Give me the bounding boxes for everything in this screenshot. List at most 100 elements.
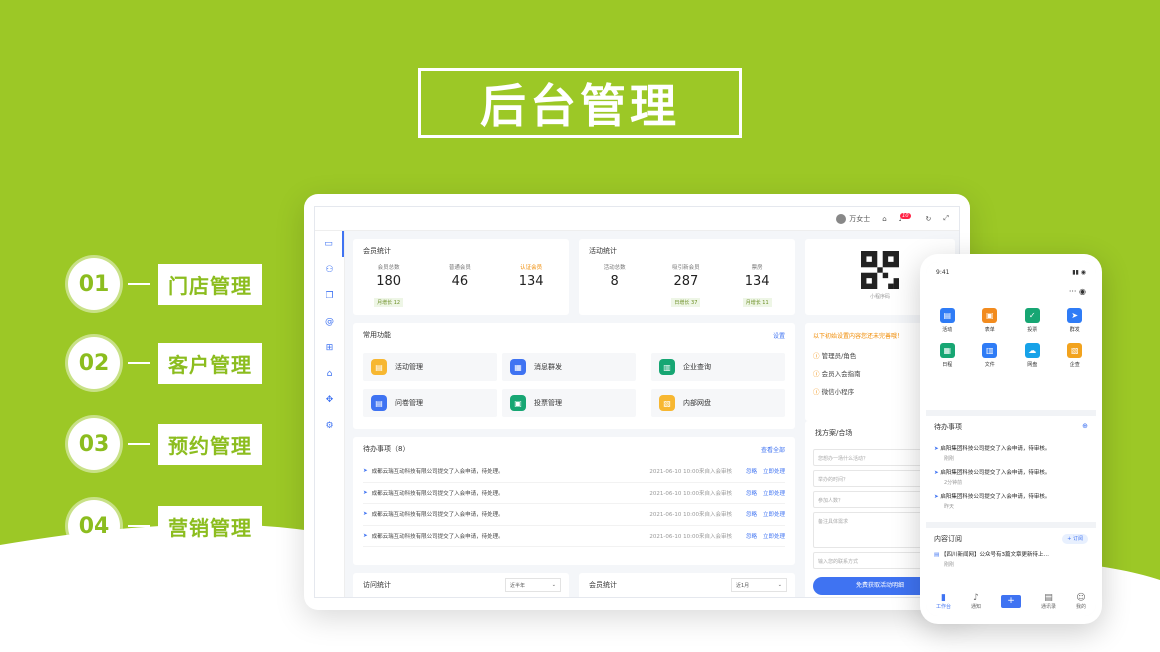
- todo-time: 2021-06-10 10:00来自入会审核: [649, 533, 732, 540]
- chevron-down-icon: ⌄: [777, 582, 782, 588]
- send-icon: ➤: [1067, 308, 1083, 323]
- ignore-button[interactable]: 忽略: [746, 510, 757, 518]
- function-label: 内部网盘: [683, 399, 711, 407]
- function-vote[interactable]: ▣ 投票管理: [502, 389, 636, 417]
- menu-number: 03: [68, 418, 120, 470]
- app-activity[interactable]: ▤ 活动: [926, 308, 969, 333]
- app-files[interactable]: ▥ 文件: [969, 343, 1012, 368]
- app-broadcast[interactable]: ➤ 群发: [1054, 308, 1097, 333]
- phone-screen: 9:41 ▮▮ ◉ ··· ◉ ▤ 活动 ▣ 表单 ✓ 投票 ➤ 群发 ▦ 日程 ▥ 文件 ☁ 网盘 ▧ 企查…: [926, 262, 1096, 616]
- more-icon[interactable]: ⊕: [1082, 422, 1088, 432]
- menu-item-booking[interactable]: 03 预约管理: [68, 418, 262, 470]
- connector-line: [128, 525, 150, 527]
- refresh-icon[interactable]: ↻: [926, 215, 932, 223]
- tab-contacts[interactable]: ▤ 通讯录: [1041, 593, 1056, 610]
- user-icon: ☺: [1076, 592, 1086, 603]
- app-label: 表单: [984, 327, 995, 333]
- top-bar: 万女士 ⌂ ♪10 ↻ ⤢: [315, 207, 959, 231]
- function-company-query[interactable]: ▥ 企业查询: [651, 353, 785, 381]
- user-menu[interactable]: 万女士: [836, 213, 871, 224]
- stat-box-office: 票房 134 月增长 11: [722, 263, 793, 308]
- tab-notice[interactable]: ♪ 通知: [971, 593, 981, 610]
- vote-icon: ✓: [1024, 308, 1040, 323]
- function-broadcast[interactable]: ▦ 消息群发: [502, 353, 636, 381]
- menu-item-store[interactable]: 01 门店管理: [68, 258, 262, 310]
- function-survey[interactable]: ▤ 问卷管理: [363, 389, 497, 417]
- app-schedule[interactable]: ▦ 日程: [926, 343, 969, 368]
- visits-card: 访问统计 近半年 ⌄: [353, 573, 569, 597]
- ignore-button[interactable]: 忽略: [746, 532, 757, 540]
- ignore-button[interactable]: 忽略: [746, 489, 757, 497]
- handle-button[interactable]: 立即处理: [763, 467, 785, 475]
- tab-add[interactable]: +: [1000, 594, 1021, 608]
- tab-bar: ▮ 工作台 ♪ 通知 + ▤ 通讯录 ☺ 我的: [926, 586, 1096, 616]
- todo-message: 成都云瑞互动科技有限公司提交了入会申请，待处理。: [371, 469, 504, 476]
- app-drive[interactable]: ☁ 网盘: [1011, 343, 1054, 368]
- phone-todo-item[interactable]: ➤ 启阳集团科技公司提交了入会申请，待审核。 2分钟前: [926, 462, 1096, 486]
- function-drive[interactable]: ▧ 内部网盘: [651, 389, 785, 417]
- grid-icon[interactable]: ⊞: [315, 335, 344, 361]
- stat-value: 287: [673, 274, 699, 289]
- subscription-message: 【四川新闻网】公众号有3篇文章更新待上…: [940, 552, 1049, 558]
- subscription-time: 刚刚: [944, 562, 955, 568]
- range-select[interactable]: 近半年 ⌄: [505, 578, 561, 592]
- menu-item-marketing[interactable]: 04 营销管理: [68, 500, 262, 552]
- handle-button[interactable]: 立即处理: [763, 489, 785, 497]
- section-title: 待办事项: [934, 423, 962, 431]
- todo-message: 启阳集团科技公司提交了入会申请，待审核。: [940, 470, 1051, 476]
- stat-new-members: 吸引新会员 287 日增长 37: [650, 263, 721, 308]
- capsule-menu[interactable]: ··· ◉: [926, 283, 1096, 300]
- ignore-button[interactable]: 忽略: [746, 467, 757, 475]
- bookmark-icon: ▮: [941, 592, 946, 603]
- doc-icon: ▤: [934, 552, 940, 558]
- phone-todo-section: 待办事项 ⊕ ➤ 启阳集团科技公司提交了入会申请，待审核。 刚刚 ➤ 启阳集团科技公…: [926, 416, 1096, 522]
- qr-code-icon[interactable]: [861, 251, 899, 289]
- tab-workbench[interactable]: ▮ 工作台: [936, 593, 951, 610]
- stat-normal: 普通会员 46: [424, 263, 495, 289]
- bell-icon: ♪: [973, 592, 979, 603]
- menu-label: 客户管理: [158, 342, 262, 384]
- fullscreen-icon[interactable]: ⤢: [943, 214, 949, 223]
- file-icon: ▥: [982, 343, 998, 358]
- stat-tag: 月增长 12: [374, 298, 404, 307]
- chevron-down-icon: ⌄: [551, 582, 556, 588]
- copy-icon[interactable]: ❐: [315, 283, 344, 309]
- handle-button[interactable]: 立即处理: [763, 510, 785, 518]
- stat-value: 134: [518, 274, 544, 289]
- at-icon[interactable]: @: [315, 309, 344, 335]
- subscribe-button[interactable]: + 订阅: [1062, 534, 1088, 544]
- move-icon[interactable]: ✥: [315, 387, 344, 413]
- cloud-icon: ☁: [1024, 343, 1040, 358]
- menu-label: 预约管理: [158, 423, 262, 465]
- store-icon[interactable]: ⌂: [315, 361, 344, 387]
- member-stats-card: 会员统计 会员总数 180 月增长 12 普通会员 46 认证会员 134: [353, 239, 569, 315]
- tab-me[interactable]: ☺ 我的: [1076, 593, 1086, 610]
- phone-todo-item[interactable]: ➤ 启阳集团科技公司提交了入会申请，待审核。 昨天: [926, 486, 1096, 510]
- app-vote[interactable]: ✓ 投票: [1011, 308, 1054, 333]
- menu-item-customer[interactable]: 02 客户管理: [68, 337, 262, 389]
- stat-label: 普通会员: [448, 265, 471, 271]
- phone-mockup: 9:41 ▮▮ ◉ ··· ◉ ▤ 活动 ▣ 表单 ✓ 投票 ➤ 群发 ▦ 日程 ▥ 文件 ☁ 网盘 ▧ 企查…: [920, 254, 1102, 624]
- users-icon[interactable]: ⚇: [315, 257, 344, 283]
- app-label: 网盘: [1027, 362, 1038, 368]
- shirt-icon[interactable]: ⌂: [882, 215, 886, 223]
- settings-icon[interactable]: ⚙: [315, 413, 344, 439]
- handle-button[interactable]: 立即处理: [763, 532, 785, 540]
- dashboard-icon[interactable]: ▭: [315, 231, 344, 257]
- stat-label: 认证会员: [520, 265, 543, 271]
- app-form[interactable]: ▣ 表单: [969, 308, 1012, 333]
- view-all-link[interactable]: 查看全部: [761, 445, 785, 454]
- clock: 9:41: [936, 269, 950, 276]
- app-label: 投票: [1027, 327, 1038, 333]
- app-company[interactable]: ▧ 企查: [1054, 343, 1097, 368]
- todo-time: 昨天: [944, 504, 955, 510]
- range-select[interactable]: 近1月 ⌄: [731, 578, 787, 592]
- subscription-item[interactable]: ▤ 【四川新闻网】公众号有3篇文章更新待上… 刚刚: [926, 550, 1096, 568]
- function-activity[interactable]: ▤ 活动管理: [363, 353, 497, 381]
- plus-icon: +: [1000, 594, 1021, 608]
- bell-icon[interactable]: ♪10: [899, 212, 914, 223]
- settings-link[interactable]: 设置: [773, 331, 785, 340]
- phone-todo-item[interactable]: ➤ 启阳集团科技公司提交了入会申请，待审核。 刚刚: [926, 438, 1096, 462]
- stat-tag: 日增长 37: [671, 298, 701, 307]
- user-name: 万女士: [849, 214, 871, 223]
